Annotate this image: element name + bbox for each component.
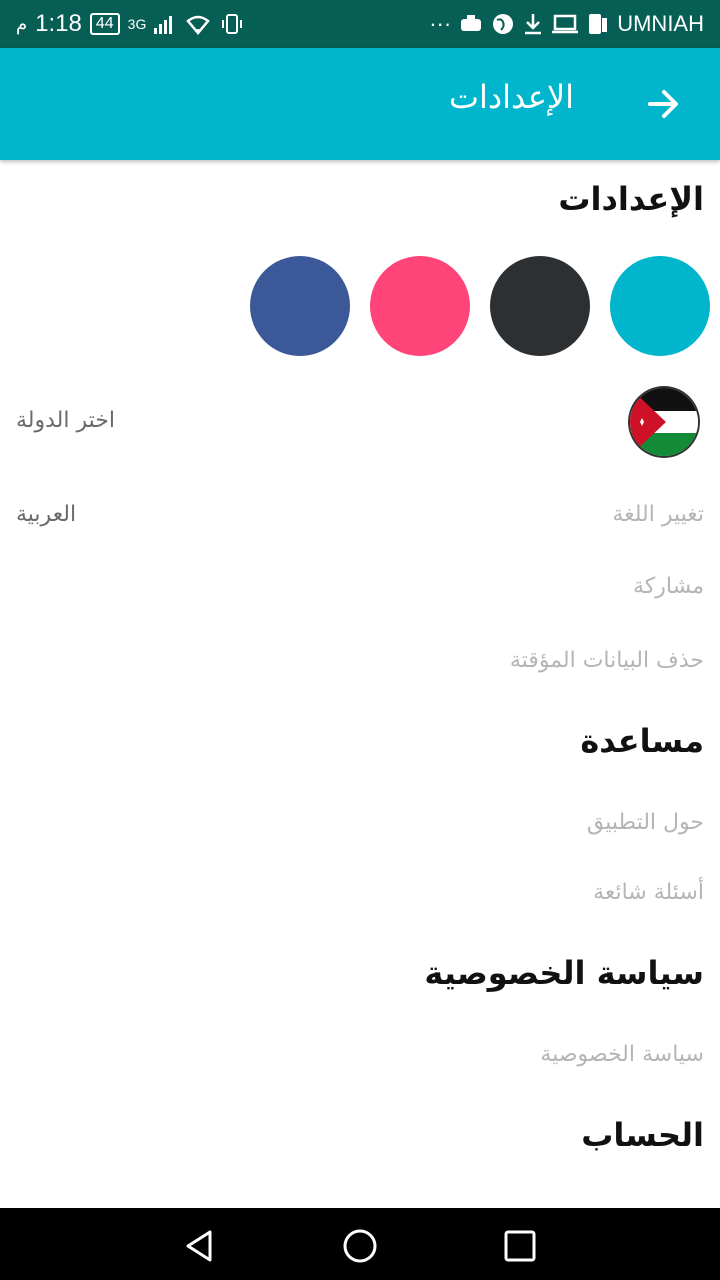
back-button[interactable] xyxy=(642,82,686,126)
status-bar: م 1:18 44 3G ··· UMNIAH xyxy=(0,0,720,48)
vibrate-icon xyxy=(222,14,243,34)
status-ampm: م xyxy=(16,13,28,34)
change-language-item[interactable]: تغيير اللغة xyxy=(612,502,704,527)
sim-icon xyxy=(589,14,608,34)
status-left: م 1:18 44 3G xyxy=(16,10,244,38)
nav-back-icon[interactable] xyxy=(180,1226,220,1266)
language-value: العربية xyxy=(16,502,77,527)
faq-item[interactable]: أسئلة شائعة xyxy=(593,880,704,905)
app-bar: الإعدادات xyxy=(0,48,720,160)
download-icon xyxy=(525,14,542,35)
carrier-name: UMNIAH xyxy=(617,11,704,36)
theme-color-blue[interactable] xyxy=(250,256,350,356)
privacy-section-title: سياسة الخصوصية xyxy=(424,954,704,992)
nav-home-icon[interactable] xyxy=(340,1226,380,1266)
settings-content: الإعدادات اختر الدولة تغيير اللغة العربي… xyxy=(0,160,720,1208)
help-section-title: مساعدة xyxy=(580,722,704,760)
system-nav-bar xyxy=(0,1208,720,1280)
theme-color-dark[interactable] xyxy=(490,256,590,356)
page-title: الإعدادات xyxy=(448,78,574,116)
country-flag-jordan[interactable] xyxy=(630,388,698,456)
theme-color-pink[interactable] xyxy=(370,256,470,356)
jordan-flag-icon xyxy=(630,388,698,456)
signal-icon xyxy=(154,16,173,34)
nav-recents-icon[interactable] xyxy=(500,1226,540,1266)
about-app-item[interactable]: حول التطبيق xyxy=(587,810,704,835)
globe-icon xyxy=(493,14,514,34)
more-notifications-icon: ··· xyxy=(429,11,452,36)
share-item[interactable]: مشاركة xyxy=(633,574,704,599)
privacy-policy-item[interactable]: سياسة الخصوصية xyxy=(540,1042,704,1067)
settings-section-title: الإعدادات xyxy=(558,180,704,218)
wifi-icon xyxy=(186,15,211,35)
clear-cache-item[interactable]: حذف البيانات المؤقتة xyxy=(510,648,704,673)
status-time: 1:18 xyxy=(35,10,82,37)
account-section-title: الحساب xyxy=(581,1116,704,1154)
arrow-forward-icon xyxy=(648,90,678,118)
status-right: ··· UMNIAH xyxy=(429,11,704,37)
battery-icon: 44 xyxy=(89,13,120,35)
laptop-icon xyxy=(552,14,579,34)
theme-color-cyan[interactable] xyxy=(610,256,710,356)
choose-country-label[interactable]: اختر الدولة xyxy=(16,408,115,433)
network-type: 3G xyxy=(127,16,147,32)
notification-icon xyxy=(461,15,482,31)
